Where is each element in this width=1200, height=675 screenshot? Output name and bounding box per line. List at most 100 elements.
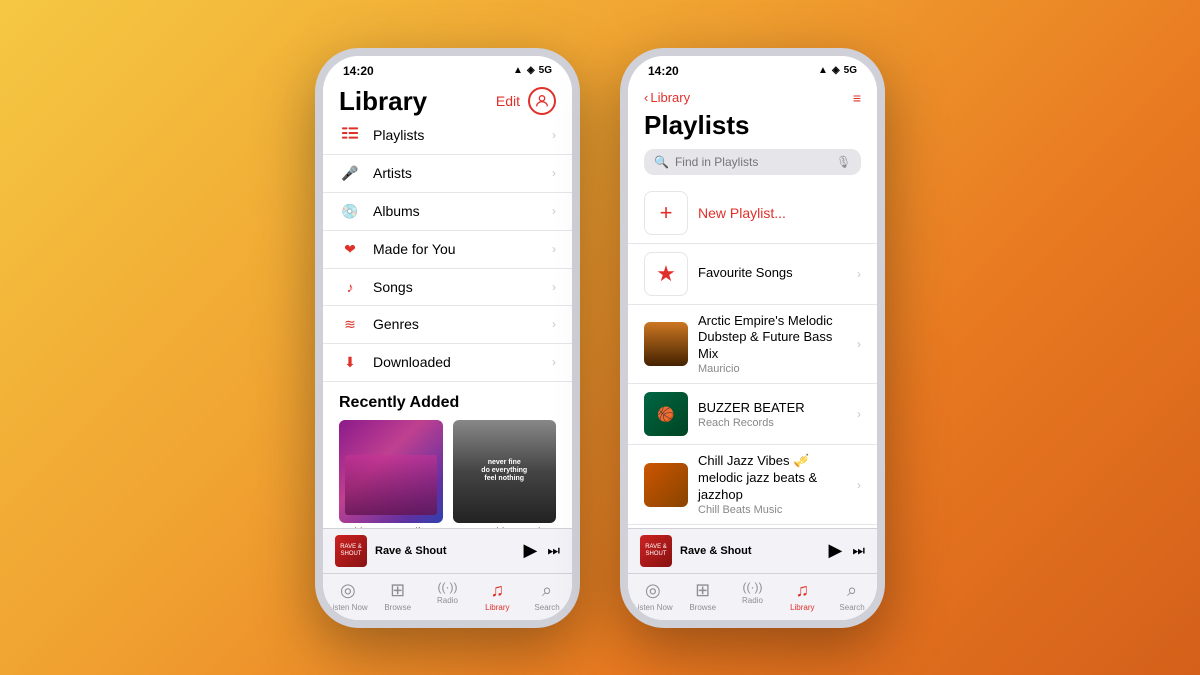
tab-radio-1[interactable]: ((·)) Radio [423,580,473,612]
chill-jazz-name: Chill Jazz Vibes 🎺 melodic jazz beats & … [698,453,847,504]
back-label: Library [650,90,690,105]
library-nav-genres[interactable]: ≋ Genres › [323,306,572,344]
tab-search-1[interactable]: ⌕ Search [522,580,572,612]
search-icon-tab-1: ⌕ [542,580,552,601]
made-for-you-icon: ❤ [339,241,361,258]
search-label-1: Search [534,603,559,612]
search-input[interactable] [675,155,830,169]
tab-search-2[interactable]: ⌕ Search [827,580,877,612]
library-title: Library [339,86,427,117]
arctic-chevron: › [857,337,861,351]
buzzer-name: BUZZER BEATER [698,400,847,417]
status-icons-2: ▲ ◈ 5G [818,65,857,76]
search-bar[interactable]: 🔍 🎙 [644,149,861,175]
downloaded-chevron: › [552,355,556,369]
library-nav-playlists[interactable]: Playlists › [323,117,572,155]
albums-label: Albums [373,203,552,219]
browse-label-2: Browse [689,603,716,612]
library-nav-artists[interactable]: 🎤 Artists › [323,155,572,193]
mini-player-art-2: RAVE &SHOUT [640,535,672,567]
chill-jazz-art [644,463,688,507]
menu-icon[interactable]: ≡ [853,90,861,106]
genres-chevron: › [552,317,556,331]
skip-button-2[interactable]: ⏭ [852,542,865,559]
mini-player-info-2: Rave & Shout [680,545,821,557]
mini-player-1[interactable]: RAVE &SHOUT Rave & Shout ▶ ⏭ [323,528,572,573]
mic-icon[interactable]: 🎙 [836,155,851,169]
buzzer-sub: Reach Records [698,417,847,429]
recently-added-section: Recently Added Nothing To Lose (feat. Ci… [323,382,572,528]
library-nav-made-for-you[interactable]: ❤ Made for You › [323,231,572,269]
tab-browse-1[interactable]: ⊞ Browse [373,580,423,612]
chill-jazz-sub: Chill Beats Music [698,504,847,516]
made-for-you-label: Made for You [373,241,552,257]
play-button-2[interactable]: ▶ [829,540,843,561]
favourite-songs-icon: ★ [644,252,688,296]
arctic-art [644,322,688,366]
album-card-2[interactable]: never finedo everythingfeel nothing Do E… [453,420,557,528]
tab-listen-now-2[interactable]: ◎ Listen Now [628,580,678,612]
listen-now-label-2: Listen Now [633,603,673,612]
mini-player-2[interactable]: RAVE &SHOUT Rave & Shout ▶ ⏭ [628,528,877,573]
skip-button-1[interactable]: ⏭ [547,542,560,559]
library-screen: Library Edit Playlists › [323,82,572,528]
library-icon-2: ♫ [796,580,810,601]
phone-2: 14:20 ▲ ◈ 5G ‹ Library ≡ Playlists 🔍 🎙 [620,48,885,628]
playlists-screen: ‹ Library ≡ Playlists 🔍 🎙 + New Playlist… [628,82,877,528]
status-time-2: 14:20 [648,64,679,78]
album-row: Nothing To Lose (feat. Ci... Tinlicker n… [339,420,556,528]
search-icon: 🔍 [654,155,669,169]
playlists-chevron: › [552,128,556,142]
browse-icon-2: ⊞ [695,580,710,601]
library-nav-downloaded[interactable]: ⬇ Downloaded › [323,344,572,382]
library-label-1: Library [485,603,509,612]
mini-player-title-1: Rave & Shout [375,545,516,557]
tab-library-1[interactable]: ♫ Library [472,580,522,612]
buzzer-chevron: › [857,407,861,421]
edit-button[interactable]: Edit [496,93,520,109]
library-label-2: Library [790,603,814,612]
albums-icon: 💿 [339,203,361,220]
chill-jazz-chevron: › [857,478,861,492]
avatar[interactable] [528,87,556,115]
listen-now-icon-1: ◎ [340,580,356,601]
buzzer-item[interactable]: 🏀 BUZZER BEATER Reach Records › [628,384,877,445]
artists-chevron: › [552,166,556,180]
listen-now-label-1: Listen Now [328,603,368,612]
recently-added-title: Recently Added [339,394,556,412]
tab-bar-2: ◎ Listen Now ⊞ Browse ((·)) Radio ♫ Libr… [628,573,877,620]
status-bar-1: 14:20 ▲ ◈ 5G [323,56,572,82]
downloaded-icon: ⬇ [339,354,361,371]
radio-label-2: Radio [742,596,763,605]
back-button[interactable]: ‹ Library [644,90,690,105]
favourite-songs-name: Favourite Songs [698,265,847,282]
play-button-1[interactable]: ▶ [524,540,538,561]
buzzer-art: 🏀 [644,392,688,436]
tab-radio-2[interactable]: ((·)) Radio [728,580,778,612]
library-icon-1: ♫ [491,580,505,601]
library-nav-songs[interactable]: ♪ Songs › [323,269,572,306]
search-icon-tab-2: ⌕ [847,580,857,601]
tab-browse-2[interactable]: ⊞ Browse [678,580,728,612]
arctic-item[interactable]: Arctic Empire's Melodic Dubstep & Future… [628,305,877,385]
new-playlist-item[interactable]: + New Playlist... [628,183,877,244]
radio-label-1: Radio [437,596,458,605]
back-chevron-icon: ‹ [644,90,648,105]
mini-player-art-1: RAVE &SHOUT [335,535,367,567]
browse-icon-1: ⊞ [390,580,405,601]
album-card-1[interactable]: Nothing To Lose (feat. Ci... Tinlicker [339,420,443,528]
chill-jazz-item[interactable]: Chill Jazz Vibes 🎺 melodic jazz beats & … [628,445,877,525]
tab-listen-now-1[interactable]: ◎ Listen Now [323,580,373,612]
mini-player-title-2: Rave & Shout [680,545,821,557]
playlists-title: Playlists [628,110,877,149]
songs-chevron: › [552,280,556,294]
new-playlist-icon: + [644,191,688,235]
mini-player-info-1: Rave & Shout [375,545,516,557]
listen-now-icon-2: ◎ [645,580,661,601]
library-nav-albums[interactable]: 💿 Albums › [323,193,572,231]
tab-library-2[interactable]: ♫ Library [777,580,827,612]
songs-icon: ♪ [339,279,361,295]
new-playlist-label: New Playlist... [698,205,786,221]
genres-icon: ≋ [339,316,361,333]
favourite-songs-item[interactable]: ★ Favourite Songs › [628,244,877,305]
